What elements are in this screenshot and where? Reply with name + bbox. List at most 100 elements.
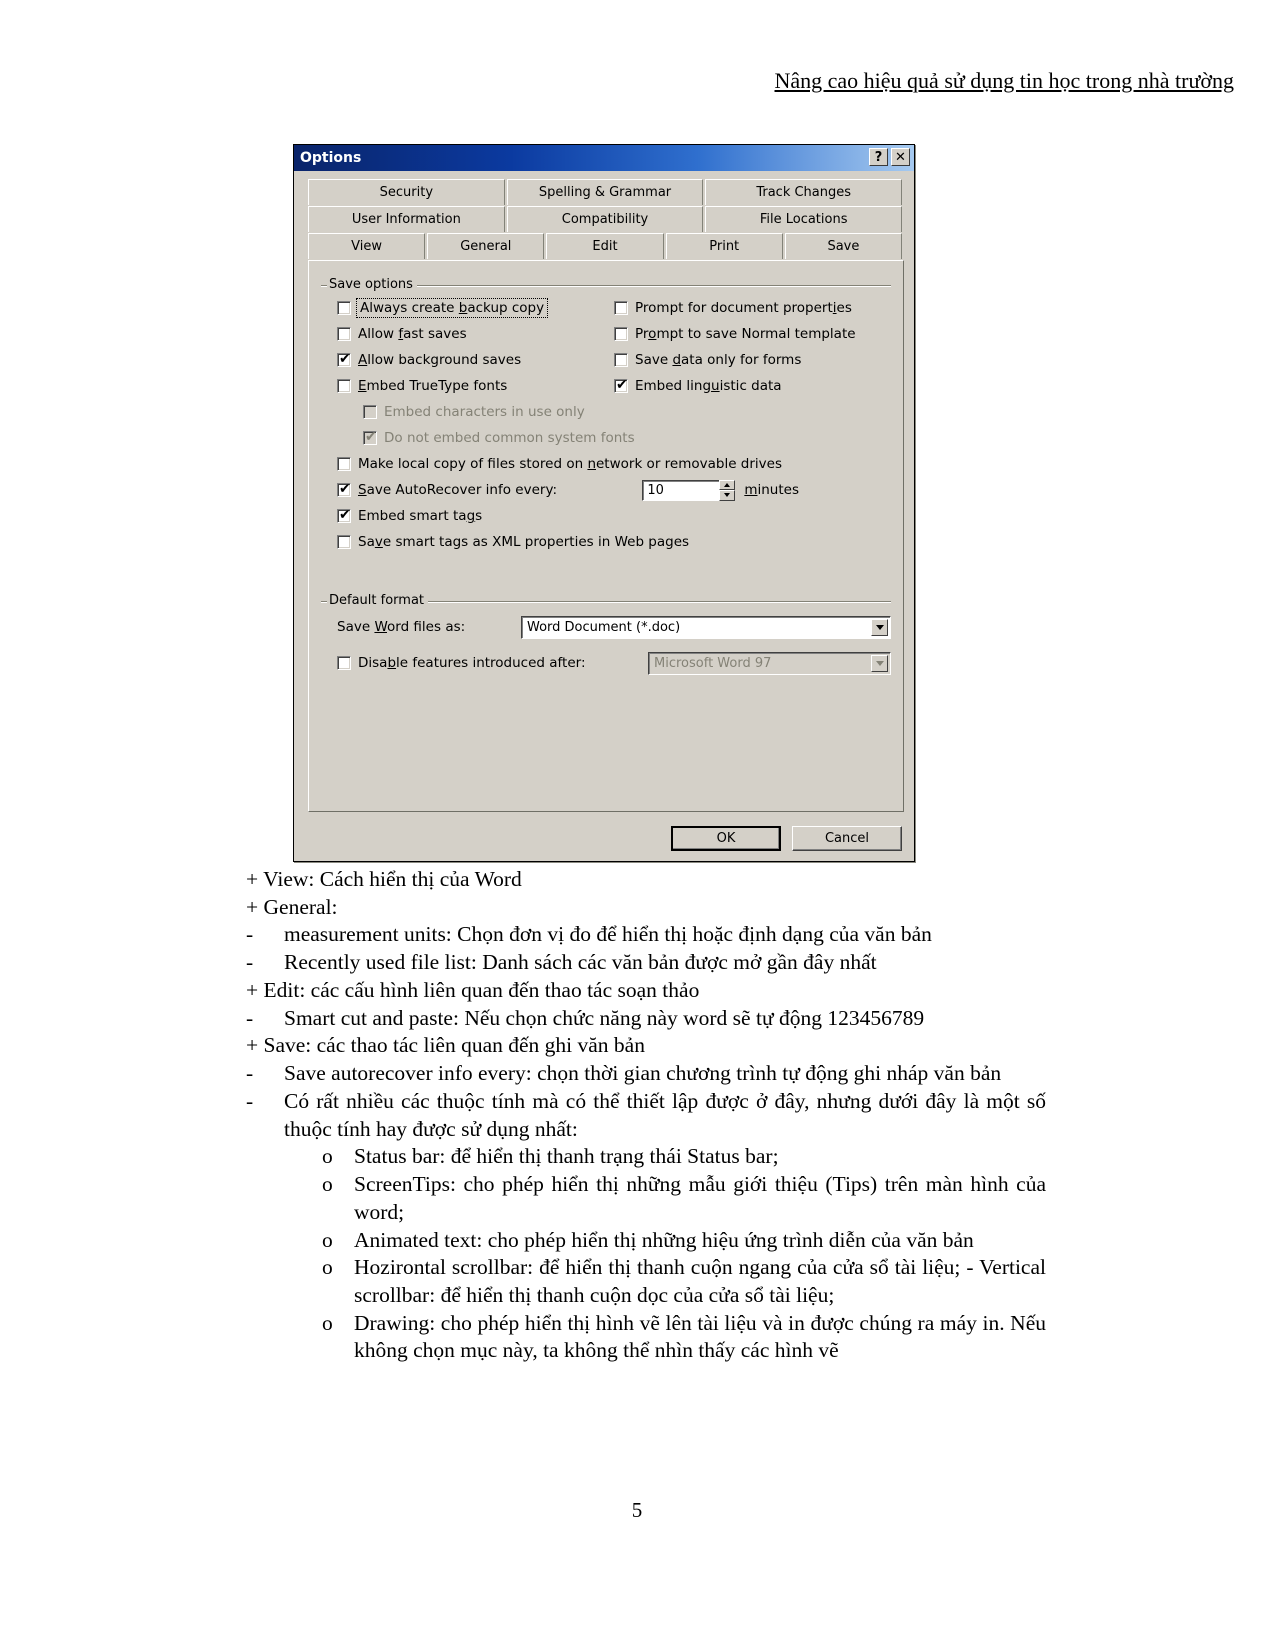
checkbox-box[interactable]: ✔ [337,507,351,523]
tab-general[interactable]: General [427,233,545,259]
tab-spelling-grammar[interactable]: Spelling & Grammar [506,179,704,205]
dialog-button-bar: OK Cancel [294,815,914,861]
text-line: - Có rất nhiều các thuộc tính mà có thể t… [246,1088,1046,1143]
checkbox-box[interactable] [614,327,628,341]
check-icon: ✔ [616,377,628,393]
list-bullet: - [246,1088,254,1113]
autorecover-value-input[interactable]: 10 [642,479,721,501]
checkbox-box[interactable] [337,327,351,341]
checkbox-label: Make local copy of files stored on netwo… [358,456,783,472]
tab-track-changes[interactable]: Track Changes [705,179,903,205]
save-word-files-as-combo[interactable]: Word Document (*.doc) [521,615,891,639]
tab-file-locations[interactable]: File Locations [705,206,903,232]
save-options-group: Save options Always create backup copy A… [321,277,891,555]
checkbox-allow-fast-saves[interactable]: Allow fast saves [337,321,614,347]
checkbox-label: Save smart tags as XML properties in Web… [358,534,690,550]
text-line: - measurement units: Chọn đơn vị đo để hi… [246,921,1046,949]
text-line: o Status bar: để hiển thị thanh trạng thá… [322,1143,1046,1171]
text-line: + General: [246,894,338,919]
tab-print[interactable]: Print [665,233,783,259]
list-bullet: o [322,1172,333,1197]
tab-strip: Security Spelling & Grammar Track Change… [294,171,914,259]
chevron-down-icon[interactable] [871,618,888,636]
spinner-up-icon[interactable] [719,479,736,490]
text-line: - Save autorecover info every: chọn thời … [246,1060,1046,1088]
tab-user-information[interactable]: User Information [308,206,505,232]
spinner-down-icon[interactable] [719,490,736,501]
checkbox-box[interactable]: ✔ [614,377,628,393]
list-bullet: o [322,1310,333,1335]
checkbox-embed-linguistic-data[interactable]: ✔ Embed linguistic data [614,373,891,399]
tab-row-3: View General Edit Print Save [308,233,904,259]
default-format-group-title: Default format [327,593,429,608]
checkbox-box[interactable] [614,353,628,367]
checkbox-do-not-embed-common-system-fonts: ✔ Do not embed common system fonts [337,425,891,451]
save-word-files-as-value: Word Document (*.doc) [527,619,681,635]
check-icon: ✔ [339,481,351,497]
list-item-text: measurement units: Chọn đơn vị đo để hiể… [284,922,932,947]
checkbox-box[interactable] [614,301,628,315]
checkbox-always-create-backup-copy[interactable]: Always create backup copy [337,295,614,321]
tab-row-2: User Information Compatibility File Loca… [308,206,904,232]
checkbox-save-data-only-for-forms[interactable]: Save data only for forms [614,347,891,373]
list-bullet: o [322,1255,333,1280]
disable-features-label: Disable features introduced after: [358,655,586,671]
autorecover-row[interactable]: ✔ Save AutoRecover info every: 10 minute… [337,477,891,503]
checkbox-save-smart-tags-as-xml[interactable]: Save smart tags as XML properties in Web… [337,529,891,555]
tab-security[interactable]: Security [308,179,505,205]
checkbox-box[interactable] [337,656,351,670]
list-item-text: Recently used file list: Danh sách các v… [284,950,877,975]
document-header: Nâng cao hiệu quả sử dụng tin học trong … [774,68,1235,93]
tab-label: Spelling & Grammar [538,185,672,200]
check-icon: ✔ [339,351,351,367]
options-dialog: Options ? ✕ Security Spelling & Grammar … [293,144,915,862]
list-item-text: ScreenTips: cho phép hiển thị những mẫu … [354,1172,1046,1224]
checkbox-make-local-copy[interactable]: Make local copy of files stored on netwo… [337,451,891,477]
tab-label: General [460,239,512,254]
list-item-text: Drawing: cho phép hiển thị hình vẽ lên t… [354,1310,1046,1363]
checkbox-box[interactable]: ✔ [337,351,351,367]
checkbox-label: Do not embed common system fonts [384,430,635,446]
dialog-title: Options [300,150,362,166]
spinner-buttons[interactable] [719,479,736,501]
list-item-text: Hozirontal scrollbar: để hiển thị thanh … [354,1255,1046,1308]
text-line: o Hozirontal scrollbar: để hiển thị thanh… [322,1254,1046,1309]
save-options-right-column: Prompt for document properties Prompt to… [614,295,891,399]
tab-view[interactable]: View [308,233,426,259]
tab-save[interactable]: Save [784,233,903,259]
checkbox-allow-background-saves[interactable]: ✔ Allow background saves [337,347,614,373]
tab-label: User Information [351,212,461,227]
autorecover-spinner[interactable]: 10 minutes [642,479,799,501]
close-icon[interactable]: ✕ [891,148,910,166]
save-word-files-as-label: Save Word files as: [337,619,466,635]
text-line: - Recently used file list: Danh sách các … [246,949,1046,977]
checkbox-label: Embed smart tags [358,508,483,524]
disable-features-combo: Microsoft Word 97 [648,651,891,675]
tab-label: Security [379,185,434,200]
disable-features-row[interactable]: Disable features introduced after: Micro… [337,649,891,677]
disable-features-value: Microsoft Word 97 [654,655,772,671]
checkbox-box[interactable] [337,379,351,393]
checkbox-label: Prompt to save Normal template [635,326,856,342]
cancel-button[interactable]: Cancel [792,825,902,851]
tab-edit[interactable]: Edit [546,233,664,259]
checkbox-embed-smart-tags[interactable]: ✔ Embed smart tags [337,503,891,529]
tab-compatibility[interactable]: Compatibility [506,206,704,232]
list-bullet: - [246,1005,254,1030]
checkbox-prompt-for-document-properties[interactable]: Prompt for document properties [614,295,891,321]
checkbox-box[interactable] [337,535,351,549]
check-icon: ✔ [339,507,351,523]
titlebar-buttons: ? ✕ [869,148,910,166]
text-line: + Edit: các cấu hình liên quan đến thao … [246,977,700,1002]
default-format-group: Default format Save Word files as: Word … [321,593,891,677]
checkbox-label: Prompt for document properties [635,300,852,316]
checkbox-box[interactable]: ✔ [337,481,351,497]
ok-button[interactable]: OK [671,825,781,851]
checkbox-embed-truetype-fonts[interactable]: Embed TrueType fonts [337,373,614,399]
text-line: o Drawing: cho phép hiển thị hình vẽ lên … [322,1310,1046,1365]
checkbox-label: Allow background saves [358,352,522,368]
checkbox-prompt-to-save-normal-template[interactable]: Prompt to save Normal template [614,321,891,347]
help-icon[interactable]: ? [869,148,888,166]
checkbox-box[interactable] [337,457,351,471]
checkbox-box[interactable] [337,301,351,315]
